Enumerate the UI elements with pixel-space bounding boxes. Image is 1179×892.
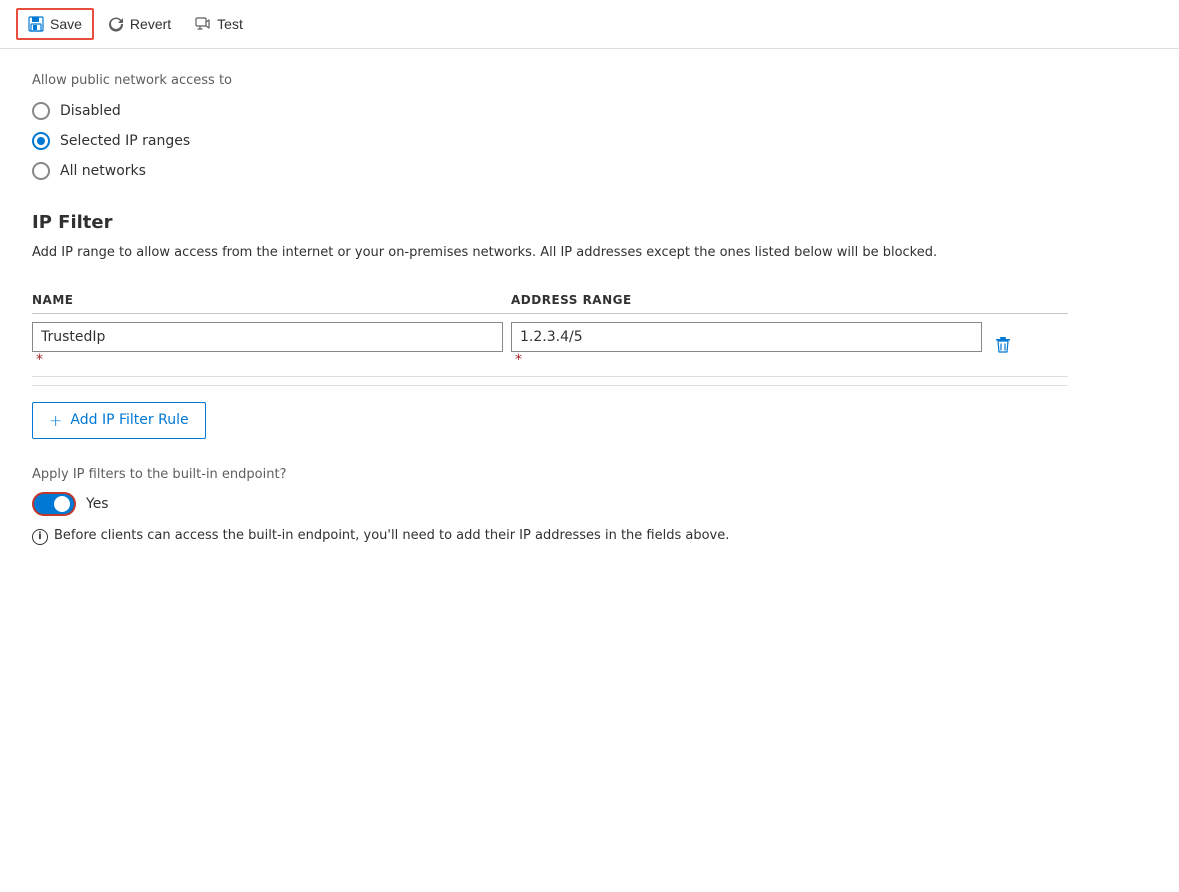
required-star-name: * xyxy=(36,352,43,368)
add-ip-filter-rule-button[interactable]: + Add IP Filter Rule xyxy=(32,402,206,439)
save-label: Save xyxy=(50,16,82,32)
radio-item-selected-ip[interactable]: Selected IP ranges xyxy=(32,132,1068,150)
test-icon xyxy=(195,16,211,32)
info-note: i Before clients can access the built-in… xyxy=(32,528,1068,545)
ip-filter-title: IP Filter xyxy=(32,212,1068,233)
radio-selected-ip-label: Selected IP ranges xyxy=(60,133,190,149)
save-button[interactable]: Save xyxy=(16,8,94,40)
table-bottom-divider xyxy=(32,385,1068,386)
apply-ip-filters-label: Apply IP filters to the built-in endpoin… xyxy=(32,467,1068,482)
network-access-label: Allow public network access to xyxy=(32,73,1068,88)
table-cell-range: * xyxy=(511,313,990,376)
address-range-input[interactable] xyxy=(511,322,982,352)
save-icon xyxy=(28,16,44,32)
delete-row-button[interactable] xyxy=(990,332,1016,358)
radio-item-all-networks[interactable]: All networks xyxy=(32,162,1068,180)
filter-table: NAME ADDRESS RANGE * * xyxy=(32,287,1068,377)
ip-filter-description: Add IP range to allow access from the in… xyxy=(32,243,1068,263)
radio-disabled-label: Disabled xyxy=(60,103,121,119)
network-access-radio-group: Disabled Selected IP ranges All networks xyxy=(32,102,1068,180)
test-button[interactable]: Test xyxy=(185,10,253,38)
toggle-value-label: Yes xyxy=(86,496,109,512)
table-cell-name: * xyxy=(32,313,511,376)
add-rule-label: Add IP Filter Rule xyxy=(70,412,188,428)
trash-icon xyxy=(994,336,1012,354)
col-name-header: NAME xyxy=(32,287,511,314)
test-label: Test xyxy=(217,16,243,32)
plus-icon: + xyxy=(49,411,62,430)
info-note-text: Before clients can access the built-in e… xyxy=(54,528,729,543)
main-content: Allow public network access to Disabled … xyxy=(0,49,1100,569)
table-cell-action xyxy=(990,313,1068,376)
col-action-header xyxy=(990,287,1068,314)
radio-disabled[interactable] xyxy=(32,102,50,120)
required-star-range: * xyxy=(515,352,522,368)
radio-item-disabled[interactable]: Disabled xyxy=(32,102,1068,120)
toggle-row: Yes xyxy=(32,492,1068,516)
revert-icon xyxy=(108,16,124,32)
col-address-range-header: ADDRESS RANGE xyxy=(511,287,990,314)
radio-all-networks-label: All networks xyxy=(60,163,146,179)
revert-label: Revert xyxy=(130,16,171,32)
ip-filter-section: IP Filter Add IP range to allow access f… xyxy=(32,212,1068,439)
table-row: * * xyxy=(32,313,1068,376)
network-access-section: Allow public network access to Disabled … xyxy=(32,73,1068,180)
radio-all-networks[interactable] xyxy=(32,162,50,180)
name-input[interactable] xyxy=(32,322,503,352)
toolbar: Save Revert Test xyxy=(0,0,1179,49)
info-icon: i xyxy=(32,529,48,545)
radio-selected-ip[interactable] xyxy=(32,132,50,150)
apply-ip-filters-section: Apply IP filters to the built-in endpoin… xyxy=(32,467,1068,545)
apply-ip-filters-toggle[interactable] xyxy=(32,492,76,516)
toggle-thumb xyxy=(54,496,70,512)
revert-button[interactable]: Revert xyxy=(98,10,181,38)
